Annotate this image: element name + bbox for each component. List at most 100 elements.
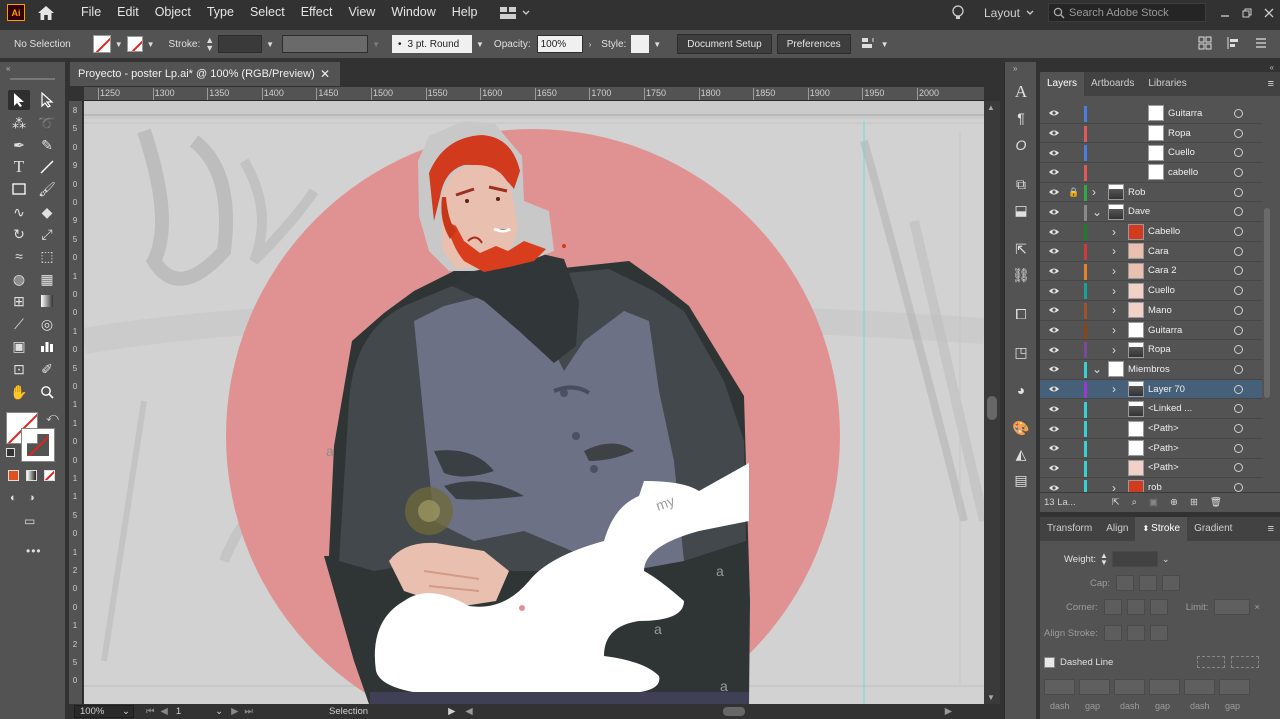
chevron-down-icon[interactable]: ⌄: [1162, 554, 1170, 565]
line-segment-tool[interactable]: [36, 157, 58, 177]
target-circle-icon[interactable]: [1234, 463, 1243, 473]
panel-menu-icon[interactable]: [1254, 36, 1268, 50]
tab-layers[interactable]: Layers: [1040, 72, 1085, 96]
vertical-ruler[interactable]: 85090095010010501100115012001250: [69, 101, 83, 704]
brushes-panel-icon[interactable]: ◭: [1011, 444, 1031, 464]
visibility-eye-icon[interactable]: [1048, 108, 1060, 118]
layer-row[interactable]: Cuello: [1040, 143, 1262, 164]
none-mode-icon[interactable]: [44, 470, 55, 481]
scroll-down-icon[interactable]: ▼: [987, 693, 995, 702]
menu-type[interactable]: Type: [199, 0, 242, 25]
variable-width-profile[interactable]: [282, 35, 369, 53]
layer-row[interactable]: › Cara 2: [1040, 262, 1262, 282]
graphic-styles-panel-icon[interactable]: ⬓: [1011, 200, 1031, 220]
menu-effect[interactable]: Effect: [293, 0, 341, 25]
dash-gap-field[interactable]: [1219, 679, 1250, 695]
layer-row[interactable]: › Cuello: [1040, 281, 1262, 301]
align-dash-button[interactable]: [1231, 656, 1260, 668]
bevel-join-button[interactable]: [1149, 599, 1168, 615]
workspace-switcher[interactable]: Layout: [984, 6, 1034, 20]
scroll-thumb[interactable]: [987, 396, 997, 420]
new-layer-icon[interactable]: ⊞: [1190, 497, 1198, 508]
visibility-eye-icon[interactable]: [1048, 148, 1060, 158]
arrange-documents-button[interactable]: [499, 6, 530, 19]
shaper-tool[interactable]: ∿: [8, 202, 30, 222]
layer-row[interactable]: › Guitarra: [1040, 321, 1262, 341]
chevron-down-icon[interactable]: ⌄: [215, 706, 223, 717]
target-circle-icon[interactable]: [1234, 108, 1243, 118]
stroke-weight-field[interactable]: [218, 35, 263, 53]
stroke-color-swatch[interactable]: [21, 428, 55, 462]
horizontal-ruler[interactable]: 1250 1300 1350 1400 1450 1500 1550 1600 1650 1700…: [84, 87, 984, 101]
target-circle-icon[interactable]: [1234, 286, 1243, 296]
prev-artboard-icon[interactable]: ◀: [161, 706, 168, 717]
layer-row[interactable]: ⌄ Dave: [1040, 203, 1262, 223]
character-panel-icon[interactable]: A: [1011, 82, 1031, 102]
tab-align[interactable]: Align: [1099, 517, 1135, 541]
target-circle-icon[interactable]: [1234, 207, 1243, 217]
scale-tool[interactable]: ⤢: [36, 224, 58, 244]
pathfinder-panel-icon[interactable]: ◳: [1011, 342, 1031, 362]
rectangle-tool[interactable]: [8, 179, 30, 199]
preserve-dash-button[interactable]: [1197, 656, 1226, 668]
target-circle-icon[interactable]: [1234, 424, 1243, 434]
layer-row[interactable]: <Linked ...: [1040, 400, 1262, 420]
panel-menu-icon[interactable]: ≡: [1268, 72, 1274, 96]
locate-object-icon[interactable]: ⌕: [1132, 497, 1137, 508]
target-circle-icon[interactable]: [1234, 246, 1243, 256]
stroke-stepper[interactable]: ▲ ▼: [205, 36, 214, 53]
paragraph-panel-icon[interactable]: ¶: [1011, 108, 1031, 128]
symbol-sprayer-tool[interactable]: ▣: [8, 336, 30, 356]
symbols-panel-icon[interactable]: ⧉: [1011, 174, 1031, 194]
close-window-button[interactable]: [1258, 2, 1280, 24]
free-transform-tool[interactable]: ⬚: [36, 246, 58, 266]
minimize-button[interactable]: [1214, 2, 1236, 24]
dash-gap-field[interactable]: [1114, 679, 1145, 695]
first-artboard-icon[interactable]: ⏮: [146, 706, 155, 717]
chevron-right-icon[interactable]: ›: [589, 40, 592, 49]
round-cap-button[interactable]: [1139, 575, 1158, 591]
edit-toolbar-icon[interactable]: •••: [26, 544, 42, 558]
target-circle-icon[interactable]: [1234, 325, 1243, 335]
default-colors-icon[interactable]: [6, 448, 15, 457]
visibility-eye-icon[interactable]: [1048, 325, 1060, 335]
menu-file[interactable]: File: [73, 0, 109, 25]
limit-field[interactable]: [1214, 599, 1251, 615]
layers-scrollbar[interactable]: [1262, 108, 1272, 488]
visibility-eye-icon[interactable]: [1048, 364, 1060, 374]
tab-transform[interactable]: Transform: [1040, 517, 1099, 541]
visibility-eye-icon[interactable]: [1048, 443, 1060, 453]
tab-artboards[interactable]: Artboards: [1084, 72, 1141, 96]
dash-gap-field[interactable]: [1184, 679, 1215, 695]
column-graph-tool[interactable]: [36, 336, 58, 356]
chevron-right-icon[interactable]: ›: [1112, 303, 1116, 317]
swap-colors-icon[interactable]: ⤺: [46, 410, 59, 425]
last-artboard-icon[interactable]: ⏭: [244, 706, 253, 717]
blend-tool[interactable]: ◎: [36, 314, 58, 334]
target-circle-icon[interactable]: [1234, 128, 1243, 138]
visibility-eye-icon[interactable]: [1048, 167, 1060, 177]
fill-swatch[interactable]: [92, 35, 111, 53]
links-panel-icon[interactable]: ⛓: [1011, 265, 1031, 285]
layer-row[interactable]: <Path>: [1040, 419, 1262, 439]
miter-join-button[interactable]: [1103, 599, 1122, 615]
visibility-eye-icon[interactable]: [1048, 187, 1060, 197]
chevron-right-icon[interactable]: ›: [1112, 284, 1116, 298]
selection-tool[interactable]: [8, 90, 30, 110]
magic-wand-tool[interactable]: ⁂: [8, 113, 30, 133]
collapse-tools-icon[interactable]: «: [6, 64, 10, 73]
menu-help[interactable]: Help: [444, 0, 486, 25]
opacity-field[interactable]: 100%: [536, 35, 583, 53]
tab-gradient[interactable]: Gradient: [1187, 517, 1239, 541]
target-circle-icon[interactable]: [1234, 167, 1243, 177]
stroke-swatch[interactable]: [126, 36, 143, 52]
visibility-eye-icon[interactable]: [1048, 227, 1060, 237]
chevron-down-icon[interactable]: ▼: [653, 40, 661, 49]
weight-stepper[interactable]: ▲ ▼: [1100, 552, 1108, 567]
layer-row[interactable]: › Cara: [1040, 242, 1262, 262]
target-circle-icon[interactable]: [1234, 266, 1243, 276]
visibility-eye-icon[interactable]: [1048, 384, 1060, 394]
layer-row[interactable]: Guitarra: [1040, 104, 1262, 124]
screen-mode-icon[interactable]: ▭: [24, 514, 35, 528]
dash-gap-field[interactable]: [1044, 679, 1075, 695]
